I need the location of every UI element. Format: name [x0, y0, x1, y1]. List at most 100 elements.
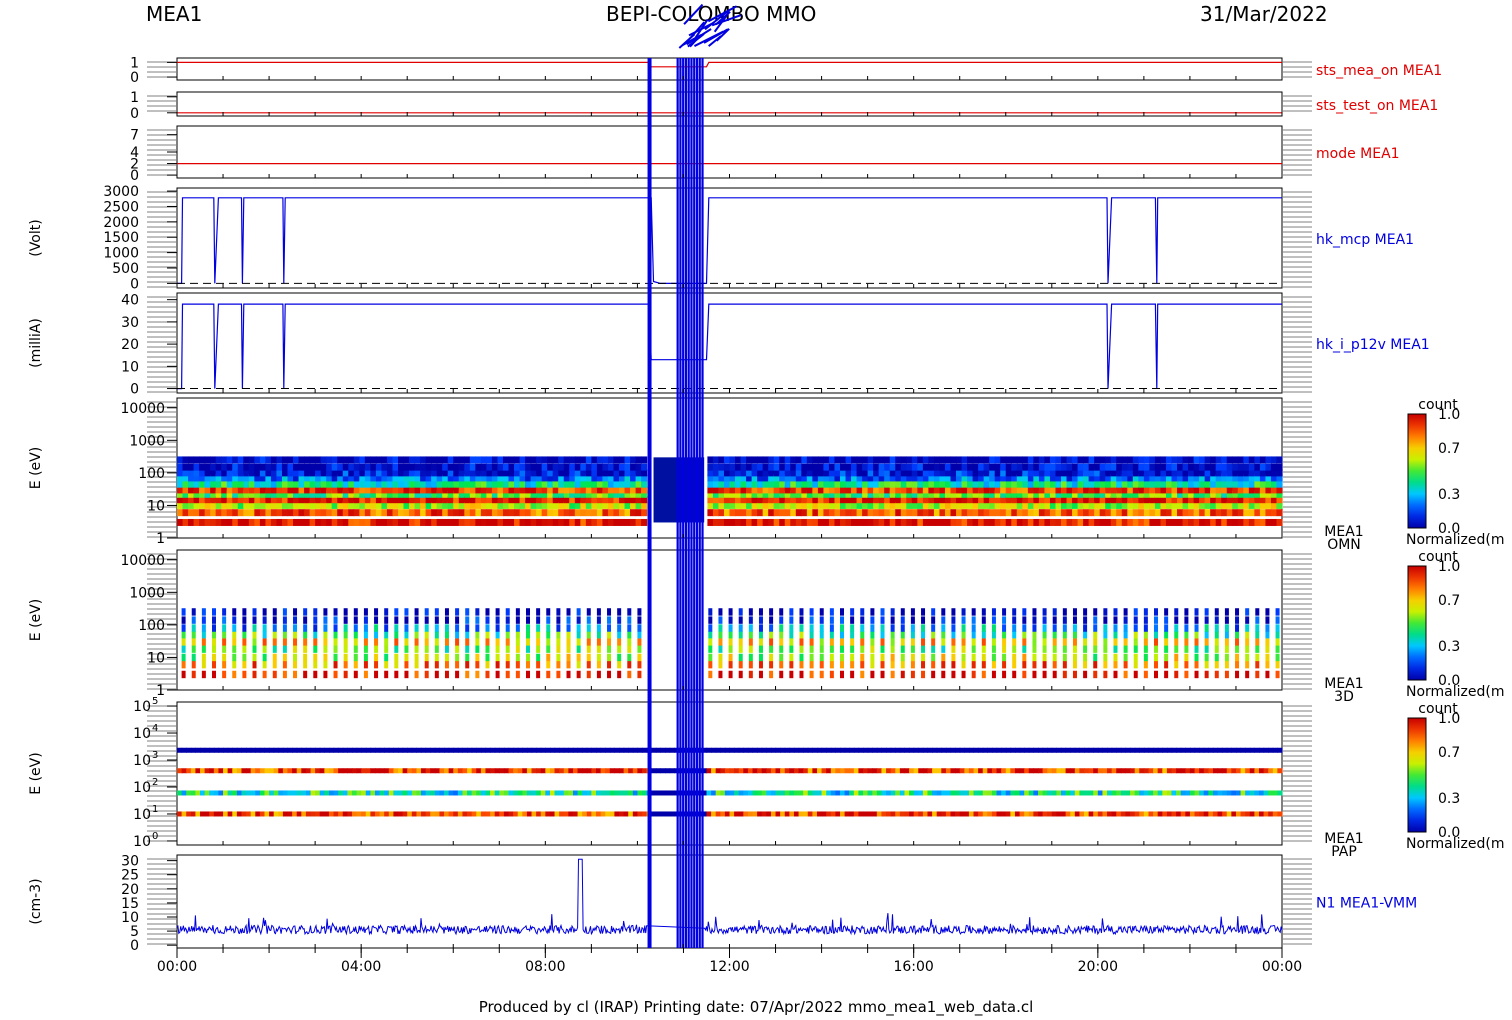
spectrogram-cell [1143, 608, 1148, 616]
spectrogram-band [411, 747, 418, 753]
spectrogram-band [665, 768, 671, 774]
spectrogram-cell [607, 463, 615, 471]
spectrogram-band [784, 768, 790, 774]
spectrogram-cell [1032, 630, 1037, 639]
spectrogram-cell [806, 456, 813, 464]
spectrogram-band [513, 768, 519, 774]
spectrogram-band [1171, 811, 1177, 817]
spectrogram-cell [728, 616, 733, 624]
spectrogram-cell [374, 670, 379, 679]
spectrogram-cell [272, 653, 277, 662]
spectrogram-band [374, 768, 381, 774]
spectrogram-band [973, 811, 979, 817]
spectrogram-cell [1174, 645, 1179, 653]
spectrogram-band [1139, 811, 1145, 817]
spectrogram-band [453, 768, 459, 774]
spectrogram-cell [353, 653, 358, 662]
spectrogram-cell [840, 630, 844, 639]
spectrogram-cell [272, 645, 277, 653]
spectrogram-cell [890, 653, 895, 662]
spectrogram-band [250, 747, 256, 753]
spectrogram-band [1277, 747, 1283, 753]
spectrogram-cell [1044, 509, 1051, 517]
spectrogram-cell [453, 518, 460, 526]
spectrogram-cell [191, 645, 196, 653]
spectrogram-cell [906, 509, 913, 517]
spectrogram-band [1042, 790, 1048, 796]
spectrogram-cell [981, 660, 986, 669]
spectrogram-band [186, 747, 192, 753]
spectrogram-cell [364, 480, 371, 488]
spectrogram-cell [252, 645, 257, 653]
spectrogram-cell [363, 653, 368, 662]
spectrogram-band [1222, 811, 1228, 817]
spectrogram-cell [1105, 480, 1112, 488]
spectrogram-band [734, 747, 740, 753]
spectrogram-band [204, 790, 210, 796]
spectrogram-band [388, 747, 394, 753]
spectrogram-band [439, 811, 445, 817]
spectrogram-band [310, 811, 316, 817]
spectrogram-cell [834, 518, 841, 526]
spectrogram-cell [505, 670, 510, 679]
spectrogram-band [328, 747, 335, 753]
spectrogram-cell [613, 518, 620, 526]
spectrogram-cell [181, 624, 186, 632]
spectrogram-cell [536, 638, 541, 646]
spectrogram-cell [585, 456, 592, 464]
spectrogram-cell [508, 463, 515, 471]
spectrogram-band [1208, 790, 1214, 796]
spectrogram-cell [465, 616, 470, 624]
spectrogram-cell [424, 616, 429, 624]
spectrogram-band [421, 747, 427, 753]
spectrogram-cell [447, 518, 454, 526]
spectrogram-cell [729, 463, 736, 471]
spectrogram-cell [921, 624, 926, 632]
spectrogram-band [1102, 768, 1108, 774]
y-tick-exponent: 2 [152, 777, 158, 788]
spectrogram-cell [1103, 653, 1108, 662]
spectrogram-cell [1138, 509, 1145, 517]
spectrogram-band [1134, 790, 1140, 796]
spectrogram-band [863, 747, 869, 753]
spectrogram-band [582, 768, 588, 774]
spectrogram-cell [939, 456, 946, 464]
spectrogram-cell [1000, 509, 1007, 517]
spectrogram-cell [895, 456, 902, 464]
spectrogram-cell [1121, 518, 1128, 526]
spectrogram-band [227, 811, 233, 817]
spectrogram-cell [541, 509, 548, 517]
spectrogram-cell [1204, 670, 1209, 679]
spectrogram-cell [1221, 480, 1228, 488]
spectrogram-cell [1275, 608, 1280, 616]
spectrogram-cell [580, 480, 587, 488]
colorbar-3d [1407, 565, 1427, 681]
spectrogram-band [1258, 747, 1265, 753]
spectrogram-cell [1193, 518, 1200, 526]
spectrogram-cell [552, 480, 559, 488]
spectrogram-cell [812, 518, 819, 526]
spectrogram-band [568, 747, 574, 753]
spectrogram-cell [1088, 509, 1095, 517]
spectrogram-cell [370, 509, 377, 517]
spectrogram-band [476, 747, 482, 753]
spectrogram-cell [1062, 616, 1067, 624]
spectrogram-band [826, 811, 832, 817]
spectrogram-band [770, 768, 777, 774]
spectrogram-band [895, 768, 901, 774]
spectrogram-band [950, 811, 956, 817]
spectrogram-cell [1052, 670, 1057, 679]
spectrogram-cell [1123, 624, 1128, 632]
spectrogram-band [1028, 768, 1034, 774]
spectrogram-cell [951, 624, 956, 632]
spectrogram-cell [1110, 463, 1117, 471]
y-tick-label: 10 [121, 910, 139, 926]
spectrogram-band [1272, 768, 1278, 774]
gap-bar [682, 58, 685, 948]
spectrogram-cell [333, 616, 338, 624]
spectrogram-band [342, 790, 348, 796]
spectrogram-cell [1265, 608, 1270, 616]
spectrogram-cell [566, 608, 571, 616]
spectrogram-cell [889, 509, 896, 517]
spectrogram-band [361, 790, 367, 796]
